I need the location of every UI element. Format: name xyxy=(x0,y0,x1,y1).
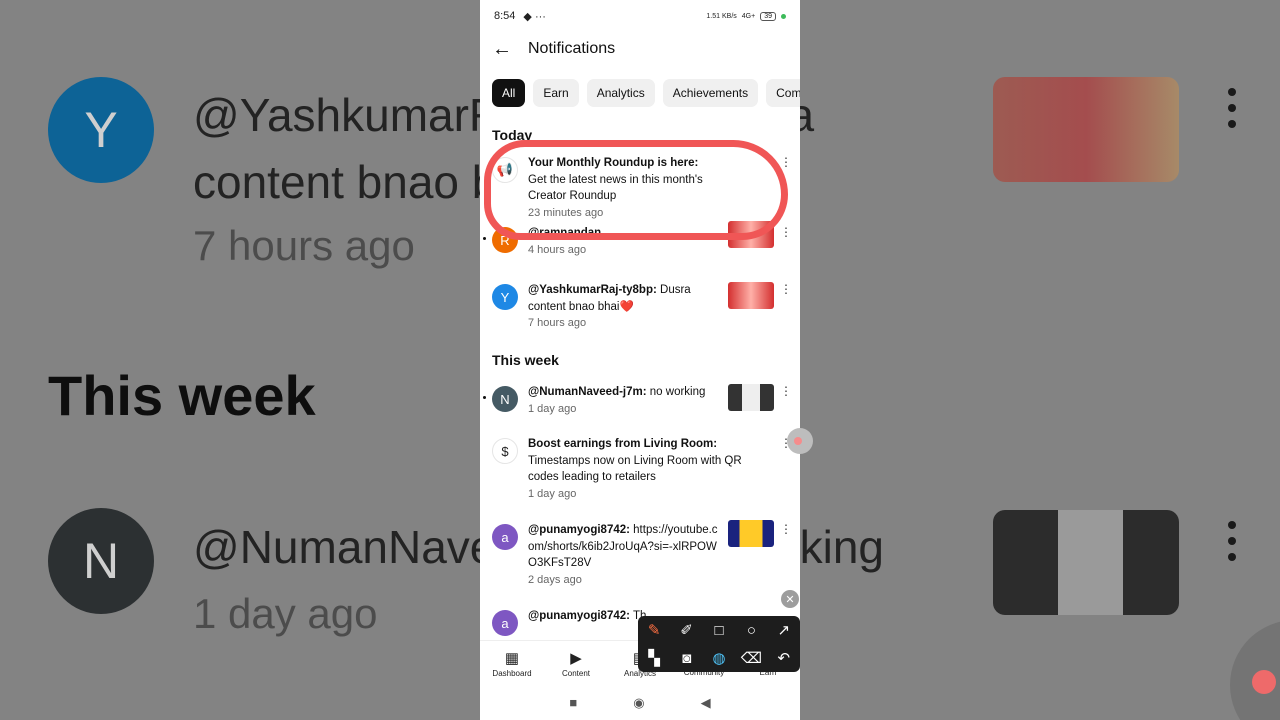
notification-time: 1 day ago xyxy=(528,402,577,415)
background-thumbnail-2 xyxy=(993,510,1179,615)
pen-icon[interactable]: ✎ xyxy=(648,621,661,639)
dollar-icon: $ xyxy=(492,438,518,464)
notification-author: @NumanNaveed-j7m: xyxy=(528,386,647,398)
unread-dot xyxy=(483,396,486,399)
home-icon[interactable]: ◉ xyxy=(633,695,644,711)
notification-ramnandan[interactable]: R @ramnandan 4 hours ago ⋮ xyxy=(480,221,800,277)
back-arrow-icon[interactable]: ← xyxy=(492,38,528,61)
notification-author: @punamyogi8742: xyxy=(528,610,630,622)
section-this-week: This week xyxy=(492,352,559,368)
notification-message: Timestamps now on Living Room with QR co… xyxy=(528,454,742,484)
more-options-icon[interactable]: ⋮ xyxy=(780,384,792,398)
notification-author: @YashkumarRaj-ty8bp: xyxy=(528,284,657,296)
phone-screen: 8:54 ◆ ··· 1.51 KB/s 4G+ 39 ← Notificati… xyxy=(480,0,800,720)
system-navigation: ■ ◉ ◀ xyxy=(480,685,800,720)
more-options-icon[interactable]: ⋮ xyxy=(780,522,792,536)
video-thumbnail[interactable] xyxy=(728,221,774,248)
nav-dashboard[interactable]: ▦ Dashboard xyxy=(480,641,544,685)
rectangle-icon[interactable]: □ xyxy=(714,622,723,639)
section-today: Today xyxy=(492,127,533,143)
arrow-icon[interactable]: ↗ xyxy=(778,621,791,639)
notification-text: @YashkumarRaj-ty8bp: Dusra content bnao … xyxy=(528,282,718,340)
notification-time: 23 minutes ago xyxy=(528,206,604,219)
avatar: a xyxy=(492,610,518,636)
notification-text: @NumanNaveed-j7m: no working 1 day ago xyxy=(528,384,718,436)
background-more-icon-1 xyxy=(1228,88,1236,136)
dashboard-icon: ▦ xyxy=(504,649,520,667)
filter-chips: All Earn Analytics Achievements Comm xyxy=(480,66,800,107)
background-more-icon-2 xyxy=(1228,521,1236,569)
notification-message: no working xyxy=(646,386,706,398)
notification-title: Your Monthly Roundup is here: xyxy=(528,157,699,169)
notification-author: @ramnandan xyxy=(528,227,602,239)
back-triangle-icon[interactable]: ◀ xyxy=(701,695,711,711)
background-avatar-n: N xyxy=(48,508,154,614)
camera-icon[interactable]: ◙ xyxy=(682,650,691,667)
filter-community[interactable]: Comm xyxy=(766,79,800,107)
nav-label: Content xyxy=(561,668,591,678)
filter-earn[interactable]: Earn xyxy=(533,79,579,107)
background-text-5: 1 day ago xyxy=(193,590,378,637)
background-text-3: 7 hours ago xyxy=(193,222,415,269)
notification-numan[interactable]: N @NumanNaveed-j7m: no working 1 day ago… xyxy=(480,384,800,436)
circle-icon[interactable]: ○ xyxy=(747,622,756,639)
status-indicators: 1.51 KB/s 4G+ 39 xyxy=(706,11,786,21)
filter-achievements[interactable]: Achievements xyxy=(662,79,759,107)
notification-monthly-roundup[interactable]: 📢 Your Monthly Roundup is here: Get the … xyxy=(480,155,800,219)
notification-text: @ramnandan 4 hours ago xyxy=(528,225,718,277)
status-time: 8:54 xyxy=(494,10,516,22)
nav-content[interactable]: ▶ Content xyxy=(544,641,608,685)
notification-text: @punamyogi8742: https://youtube.com/shor… xyxy=(528,522,718,608)
avatar: a xyxy=(492,524,518,550)
mosaic-icon[interactable]: ▚ xyxy=(648,649,660,667)
layers-icon: ◆ ··· xyxy=(523,10,546,23)
more-options-icon[interactable]: ⋮ xyxy=(780,225,792,239)
notification-text: Boost earnings from Living Room: Timesta… xyxy=(528,436,748,522)
more-options-icon[interactable]: ⋮ xyxy=(780,155,792,169)
notification-text: Your Monthly Roundup is here: Get the la… xyxy=(528,155,718,219)
color-picker-icon[interactable]: ◍ xyxy=(712,649,725,667)
screen: Y @YashkumarRaj-ty8bp: Dusra content bna… xyxy=(0,0,1280,720)
background-thumbnail-1 xyxy=(993,77,1179,182)
video-thumbnail[interactable] xyxy=(728,282,774,309)
notification-time: 2 days ago xyxy=(528,573,582,586)
network-type: 4G+ xyxy=(741,12,756,20)
status-bar: 8:54 ◆ ··· 1.51 KB/s 4G+ 39 xyxy=(480,0,800,32)
notification-yashkumar[interactable]: Y @YashkumarRaj-ty8bp: Dusra content bna… xyxy=(480,282,800,340)
notification-time: 1 day ago xyxy=(528,487,577,500)
background-avatar-y: Y xyxy=(48,77,154,183)
unread-dot xyxy=(483,237,486,240)
video-thumbnail[interactable] xyxy=(728,384,774,411)
notification-time: 4 hours ago xyxy=(528,243,587,256)
page-title: Notifications xyxy=(528,40,616,57)
recent-apps-icon[interactable]: ■ xyxy=(569,695,577,710)
avatar: Y xyxy=(492,284,518,310)
notification-living-room[interactable]: $ Boost earnings from Living Room: Times… xyxy=(480,436,800,522)
nav-label: Dashboard xyxy=(492,668,532,678)
screen-recorder-bubble[interactable] xyxy=(787,428,813,454)
app-bar: ← Notifications xyxy=(480,32,800,66)
notification-title: Boost earnings from Living Room: xyxy=(528,438,718,450)
filter-all[interactable]: All xyxy=(492,79,526,107)
undo-icon[interactable]: ↶ xyxy=(778,649,791,667)
eraser-icon[interactable]: ⌫ xyxy=(741,649,762,667)
more-options-icon[interactable]: ⋮ xyxy=(780,282,792,296)
status-dot-icon xyxy=(781,13,786,19)
megaphone-icon: 📢 xyxy=(492,157,518,183)
background-section-heading: This week xyxy=(48,364,316,427)
notification-author: @punamyogi8742: xyxy=(528,524,630,536)
drawing-toolbar: ✎ ✐ □ ○ ↗ ▚ ◙ ◍ ⌫ ↶ xyxy=(638,616,800,672)
network-speed: 1.51 KB/s xyxy=(706,12,737,20)
filter-analytics[interactable]: Analytics xyxy=(586,79,655,107)
avatar: R xyxy=(492,227,518,253)
highlighter-icon[interactable]: ✐ xyxy=(680,621,693,639)
battery-icon: 39 xyxy=(760,11,776,21)
video-thumbnail[interactable] xyxy=(728,520,774,547)
notification-message: Get the latest news in this month's Crea… xyxy=(528,173,703,203)
avatar: N xyxy=(492,386,518,412)
notification-punamyogi[interactable]: a @punamyogi8742: https://youtube.com/sh… xyxy=(480,520,800,608)
notification-time: 7 hours ago xyxy=(528,317,587,329)
content-icon: ▶ xyxy=(570,649,582,667)
close-icon[interactable]: ✕ xyxy=(781,590,799,608)
